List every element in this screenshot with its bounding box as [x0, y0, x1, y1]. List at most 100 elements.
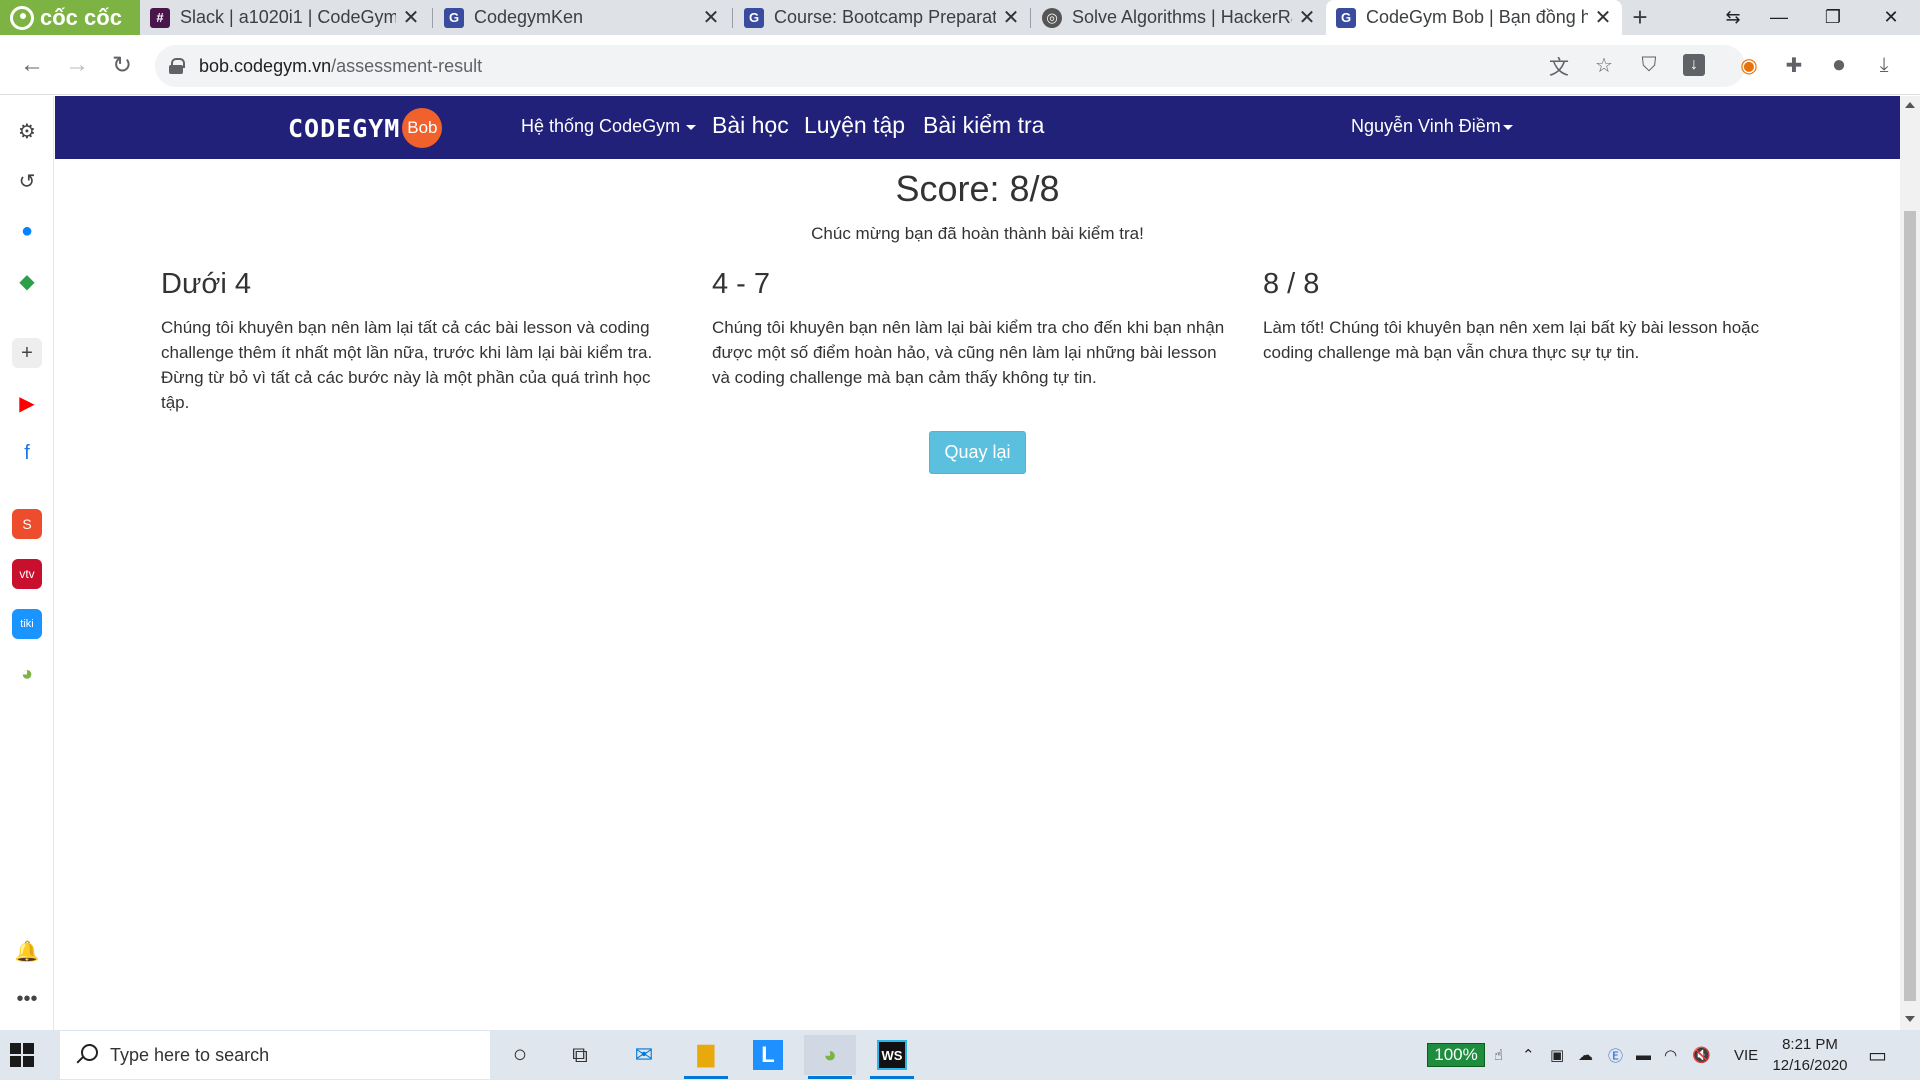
history-icon[interactable]: ↺ — [12, 166, 42, 196]
wifi-icon[interactable]: ◠ — [1664, 1030, 1677, 1080]
browser-tab-strip: cốc cốc # Slack | a1020i1 | CodeGym Đà ✕… — [0, 0, 1920, 35]
shopee-icon[interactable]: S — [12, 509, 42, 539]
tab-codegym-bob[interactable]: G CodeGym Bob | Bạn đồng hành ✕ — [1326, 0, 1622, 35]
tab-codegymken[interactable]: G CodegymKen ✕ — [434, 0, 730, 35]
volume-muted-icon[interactable]: 🔇 — [1692, 1030, 1711, 1080]
task-view-icon[interactable]: ⧉ — [554, 1035, 606, 1075]
close-window-button[interactable]: ✕ — [1868, 0, 1914, 35]
notification-bell-icon[interactable]: 🔔 — [12, 936, 42, 966]
l-app-icon[interactable]: L — [742, 1035, 794, 1075]
back-arrow-icon[interactable]: ← — [16, 49, 48, 81]
system-clock[interactable]: 8:21 PM 12/16/2020 — [1770, 1034, 1850, 1076]
tab-search-icon[interactable]: ⇆ — [1710, 0, 1756, 35]
tab-divider — [432, 8, 433, 28]
codegym-bob-logo[interactable]: CODEGYM Bob — [288, 108, 443, 148]
close-tab-icon[interactable]: ✕ — [400, 7, 422, 29]
unikey-icon[interactable]: Ⓔ — [1608, 1030, 1623, 1080]
coccoc-browser-icon[interactable]: ◕ — [804, 1035, 856, 1079]
battery-indicator[interactable]: 100% — [1427, 1043, 1485, 1067]
taskbar-search-box[interactable]: Type here to search — [60, 1031, 490, 1079]
nav-link-lessons[interactable]: Bài học — [712, 112, 789, 139]
tab-hackerrank[interactable]: ◎ Solve Algorithms | HackerRank ✕ — [1032, 0, 1326, 35]
vertical-scrollbar[interactable] — [1900, 96, 1920, 1030]
slack-icon: # — [150, 7, 170, 28]
close-tab-icon[interactable]: ✕ — [1592, 7, 1614, 29]
caret-down-icon — [686, 124, 697, 130]
minimize-button[interactable]: — — [1756, 0, 1802, 35]
shield-icon[interactable]: ⛉ — [1633, 49, 1665, 81]
tab-title: CodegymKen — [474, 7, 584, 27]
dropdown-label: Hệ thống CodeGym — [521, 116, 681, 136]
more-options-icon[interactable]: ••• — [12, 984, 42, 1014]
logo-text: CODEGYM — [288, 113, 401, 143]
forward-arrow-icon[interactable]: → — [61, 49, 93, 81]
clock-time: 8:21 PM — [1782, 1036, 1838, 1053]
translate-icon[interactable]: 文 — [1543, 49, 1575, 81]
onedrive-icon[interactable]: ☁ — [1578, 1030, 1593, 1080]
close-tab-icon[interactable]: ✕ — [1000, 7, 1022, 29]
congrats-message: Chúc mừng bạn đã hoàn thành bài kiểm tra… — [811, 224, 1144, 243]
coccoc-green-icon[interactable]: ◕ — [12, 659, 42, 689]
caret-down-icon — [1502, 124, 1513, 130]
browser-brand[interactable]: cốc cốc — [0, 0, 140, 35]
user-menu-dropdown[interactable]: Nguyễn Vinh Điềm — [1351, 116, 1513, 137]
result-column-below-4: Dưới 4 Chúng tôi khuyên bạn nên làm lại … — [161, 268, 681, 415]
globe-icon: ◎ — [1042, 7, 1062, 28]
url-path: /assessment-result — [331, 55, 483, 76]
coccoc-logo-icon — [10, 5, 34, 30]
nav-link-practice[interactable]: Luyện tập — [804, 112, 905, 139]
nav-link-tests[interactable]: Bài kiểm tra — [923, 112, 1044, 139]
webstorm-icon[interactable]: WS — [866, 1035, 918, 1079]
action-center-icon[interactable]: ▭ — [1868, 1030, 1887, 1080]
meet-icon[interactable]: ▣ — [1550, 1030, 1564, 1080]
back-button[interactable]: Quay lại — [929, 431, 1026, 474]
column-heading: 8 / 8 — [1263, 268, 1320, 300]
cortana-icon[interactable]: ○ — [494, 1035, 546, 1075]
tiki-icon[interactable]: tiki — [12, 609, 42, 639]
windows-start-icon[interactable] — [10, 1043, 34, 1067]
extensions-puzzle-icon[interactable]: ✚ — [1778, 49, 1810, 81]
scrollbar-thumb[interactable] — [1904, 211, 1916, 1001]
download-box-icon[interactable]: ↓ — [1678, 49, 1710, 81]
add-sidebar-item-icon[interactable]: + — [12, 338, 42, 368]
profile-avatar-icon[interactable]: ● — [1823, 49, 1855, 81]
scroll-down-icon[interactable] — [1905, 1016, 1915, 1022]
tab-divider — [1030, 8, 1031, 28]
bookmark-star-icon[interactable]: ☆ — [1588, 49, 1620, 81]
windows-taskbar: Type here to search ○ ⧉ ✉ ▇ L ◕ WS 100% … — [0, 1030, 1920, 1080]
tab-course-bootcamp[interactable]: G Course: Bootcamp Preparation ✕ — [734, 0, 1030, 35]
mail-icon[interactable]: ✉ — [618, 1035, 670, 1075]
scroll-up-icon[interactable] — [1905, 102, 1915, 108]
reload-icon[interactable]: ↻ — [106, 49, 138, 81]
gamepad-icon[interactable]: ◆ — [12, 266, 42, 296]
vtv-icon[interactable]: vtv — [12, 559, 42, 589]
close-tab-icon[interactable]: ✕ — [700, 7, 722, 29]
battery-icon[interactable]: ▬ — [1636, 1030, 1651, 1080]
search-icon — [76, 1044, 98, 1066]
codegym-favicon-icon: G — [1336, 7, 1356, 28]
browser-brand-label: cốc cốc — [40, 4, 122, 30]
column-text: Làm tốt! Chúng tôi khuyên bạn nên xem lạ… — [1263, 318, 1760, 362]
messenger-icon[interactable]: ● — [12, 216, 42, 246]
touch-icon[interactable]: ☝ — [1494, 1030, 1503, 1080]
codegym-favicon-icon: G — [444, 7, 464, 28]
extension-coccoc-icon[interactable]: ◉ — [1733, 49, 1765, 81]
tray-expand-icon[interactable]: ⌃ — [1522, 1030, 1535, 1080]
language-indicator[interactable]: VIE — [1734, 1030, 1758, 1080]
codegym-favicon-icon: G — [744, 7, 764, 28]
settings-gear-icon[interactable]: ⚙ — [12, 116, 42, 146]
youtube-icon[interactable]: ▶ — [12, 388, 42, 418]
codegym-system-dropdown[interactable]: Hệ thống CodeGym — [521, 116, 697, 137]
tab-title: Course: Bootcamp Preparation — [774, 7, 996, 27]
column-text: Chúng tôi khuyên bạn nên làm lại bài kiể… — [712, 318, 1225, 387]
file-explorer-icon[interactable]: ▇ — [680, 1035, 732, 1079]
new-tab-button[interactable]: + — [1625, 0, 1655, 35]
result-column-4-7: 4 - 7 Chúng tôi khuyên bạn nên làm lại b… — [712, 268, 1232, 390]
restore-button[interactable]: ❐ — [1810, 0, 1856, 35]
address-bar[interactable]: bob.codegym.vn/assessment-result — [155, 45, 1745, 87]
facebook-icon[interactable]: f — [12, 438, 42, 468]
site-navbar: CODEGYM Bob Hệ thống CodeGym Bài học Luy… — [55, 96, 1900, 159]
downloads-icon[interactable]: ⤓ — [1868, 49, 1900, 81]
close-tab-icon[interactable]: ✕ — [1296, 7, 1318, 29]
tab-slack[interactable]: # Slack | a1020i1 | CodeGym Đà ✕ — [140, 0, 430, 35]
